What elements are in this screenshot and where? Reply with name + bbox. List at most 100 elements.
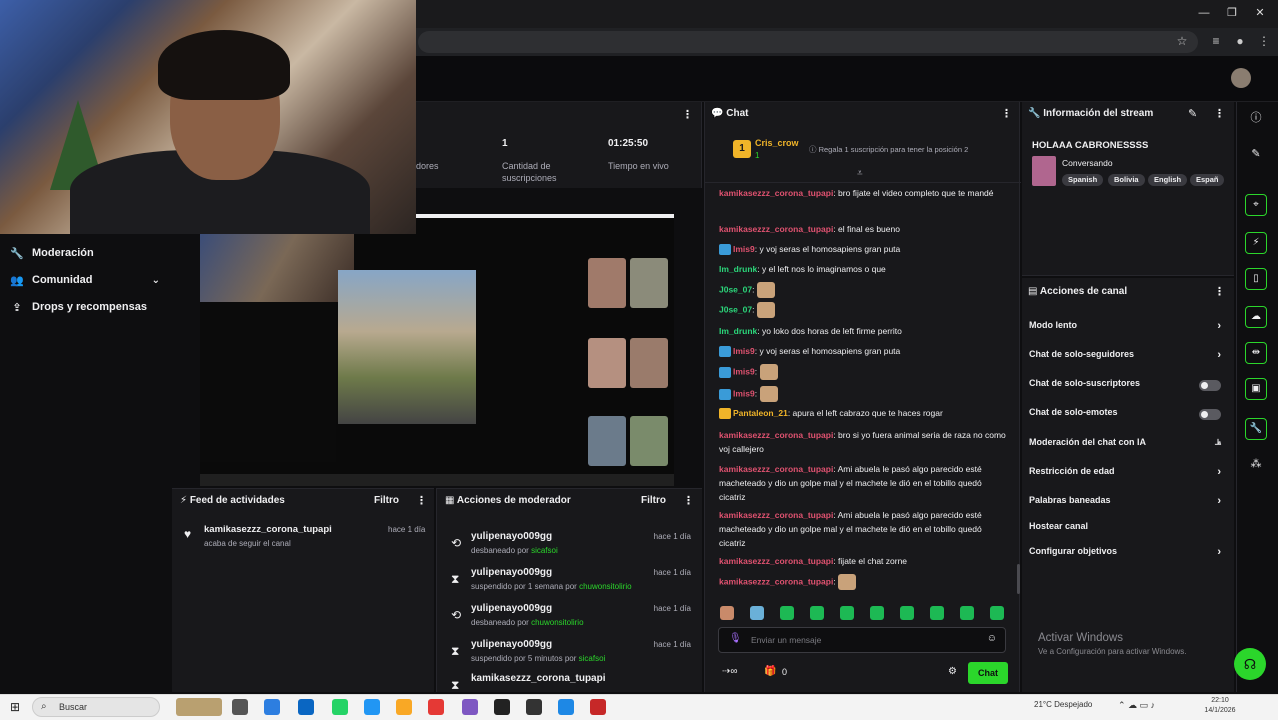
stream-category[interactable]: Conversando — [1062, 158, 1113, 168]
taskbar-app[interactable] — [298, 699, 314, 715]
chat-username[interactable]: kamikasezzz_corona_tupapi — [719, 188, 833, 198]
mic-icon[interactable]: 🎙 — [729, 633, 742, 644]
stats-menu-icon[interactable]: ⋮ — [682, 108, 693, 121]
chat-username[interactable]: kamikasezzz_corona_tupapi — [719, 510, 833, 520]
toggle-switch[interactable] — [1199, 380, 1221, 391]
help-button[interactable]: ☊ — [1234, 648, 1266, 680]
chat-username[interactable]: kamikasezzz_corona_tupapi — [719, 576, 833, 586]
bookmark-star-icon[interactable]: ☆ — [1174, 33, 1190, 49]
mod-action-user[interactable]: yulipenayo009gg — [471, 639, 552, 650]
chat-username[interactable]: Im_drunk — [719, 326, 757, 336]
chat-username[interactable]: Imis9 — [733, 366, 755, 376]
channel-action-row[interactable]: Modo lento › — [1029, 320, 1225, 336]
browser-menu-icon[interactable]: ⋮ — [1256, 33, 1272, 49]
raid-icon[interactable]: ⇹ — [1245, 342, 1267, 364]
task-view-icon[interactable] — [232, 699, 248, 715]
clip-icon[interactable]: ▯ — [1245, 268, 1267, 290]
channel-action-row[interactable]: Hostear canal — [1029, 521, 1225, 537]
mod-action-row[interactable]: ⧗ yulipenayo009gg suspendido por 1 semana … — [447, 565, 697, 599]
wrench-icon[interactable]: 🔧 — [1245, 418, 1267, 440]
chat-scrollbar[interactable] — [1017, 564, 1020, 594]
channel-points-icon[interactable]: ⇢∞ — [722, 666, 738, 677]
stream-tag[interactable]: Spanish — [1062, 174, 1104, 186]
chat-menu-icon[interactable]: ⋮ — [1001, 107, 1012, 120]
chat-username[interactable]: kamikasezzz_corona_tupapi — [719, 556, 833, 566]
extensions-icon[interactable]: ≡ — [1208, 33, 1224, 49]
chat-username[interactable]: J0se_07 — [719, 284, 752, 294]
edit-pencil-icon[interactable]: ✎ — [1188, 107, 1197, 120]
mod-menu-icon[interactable]: ⋮ — [683, 494, 694, 507]
gift-icon[interactable]: 🎁 — [764, 666, 776, 677]
channel-action-row[interactable]: Chat de solo-suscriptores — [1029, 378, 1225, 394]
emote-tray-item[interactable] — [750, 606, 764, 620]
sidebar-item-moderation[interactable]: 🔧 Moderación — [10, 243, 94, 263]
chat-send-button[interactable]: Chat — [968, 662, 1008, 684]
lightning-icon[interactable]: ⚡ — [1245, 232, 1267, 254]
channel-action-row[interactable]: Chat de solo-seguidores › — [1029, 349, 1225, 365]
emote-tray-item[interactable] — [840, 606, 854, 620]
taskbar-clock[interactable]: 22:10 14/1/2026 — [1200, 696, 1240, 716]
taskbar-app[interactable] — [396, 699, 412, 715]
toggle-switch[interactable] — [1199, 409, 1221, 420]
chat-username[interactable]: kamikasezzz_corona_tupapi — [719, 224, 833, 234]
user-avatar[interactable] — [1231, 68, 1251, 88]
mod-action-row[interactable]: ⧗ yulipenayo009gg suspendido por 5 minutos… — [447, 637, 697, 671]
maximize-icon[interactable]: ❐ — [1224, 6, 1240, 20]
chat-username[interactable]: kamikasezzz_corona_tupapi — [719, 430, 833, 440]
emoji-icon[interactable]: ☺ — [987, 633, 997, 644]
chat-username[interactable]: Im_drunk — [719, 264, 757, 274]
mod-action-user[interactable]: kamikasezzz_corona_tupapi — [471, 673, 606, 684]
browser-profile-icon[interactable]: ● — [1232, 33, 1248, 49]
chat-username[interactable]: J0se_07 — [719, 304, 752, 314]
chat-username[interactable]: Pantaleon_21 — [733, 408, 788, 418]
emote-tray-item[interactable] — [990, 606, 1004, 620]
taskbar-app[interactable] — [590, 699, 606, 715]
stream-tag[interactable]: Españ — [1190, 174, 1224, 186]
taskbar-app[interactable] — [494, 699, 510, 715]
channel-action-row[interactable]: Restricción de edad › — [1029, 466, 1225, 482]
feed-filter-button[interactable]: Filtro — [374, 495, 399, 506]
emote-tray-item[interactable] — [900, 606, 914, 620]
taskbar-app[interactable] — [264, 699, 280, 715]
weather-widget[interactable]: 21°C Despejado — [1034, 700, 1092, 709]
mod-action-user[interactable]: yulipenayo009gg — [471, 531, 552, 542]
mod-action-row[interactable]: ⟲ yulipenayo009gg desbaneado por sicafsoi h… — [447, 529, 697, 563]
chat-username[interactable]: kamikasezzz_corona_tupapi — [719, 464, 833, 474]
emote-tray-item[interactable] — [960, 606, 974, 620]
feed-menu-icon[interactable]: ⋮ — [416, 494, 427, 507]
channel-action-row[interactable]: Moderación del chat con IA ⫡ — [1029, 437, 1225, 453]
mod-filter-button[interactable]: Filtro — [641, 495, 666, 506]
mod-action-user[interactable]: yulipenayo009gg — [471, 567, 552, 578]
emote-tray-item[interactable] — [870, 606, 884, 620]
collapse-icon[interactable]: ⩡ — [857, 168, 863, 179]
chat-input[interactable]: 🎙 Enviar un mensaje ☺ — [718, 627, 1006, 653]
sidebar-item-community[interactable]: 👥 Comunidad ⌄ — [10, 270, 160, 290]
stream-tag[interactable]: English — [1148, 174, 1188, 186]
taskbar-app[interactable] — [332, 699, 348, 715]
taskbar-app[interactable] — [558, 699, 574, 715]
channel-action-row[interactable]: Configurar objetivos › — [1029, 546, 1225, 562]
channel-action-row[interactable]: Palabras baneadas › — [1029, 495, 1225, 511]
stream-info-menu-icon[interactable]: ⋮ — [1214, 107, 1225, 120]
taskbar-app[interactable] — [364, 699, 380, 715]
add-action-icon[interactable]: ⁂ — [1248, 456, 1264, 472]
system-tray-icons[interactable]: ⌃ ☁ ▭ ♪ — [1118, 700, 1155, 711]
focus-icon[interactable]: ⌖ — [1245, 194, 1267, 216]
windows-start-icon[interactable]: ⊞ — [10, 700, 20, 714]
ad-icon[interactable]: ▣ — [1245, 378, 1267, 400]
close-icon[interactable]: ✕ — [1252, 6, 1268, 20]
pinned-user[interactable]: Cris_crow — [755, 138, 799, 148]
channel-actions-menu-icon[interactable]: ⋮ — [1214, 285, 1225, 298]
chat-bubble-icon[interactable]: ☁ — [1245, 306, 1267, 328]
chat-username[interactable]: Imis9 — [733, 346, 755, 356]
chat-username[interactable]: Imis9 — [733, 244, 755, 254]
minimize-icon[interactable]: — — [1196, 6, 1212, 20]
emote-tray-item[interactable] — [810, 606, 824, 620]
emote-tray-item[interactable] — [780, 606, 794, 620]
sidebar-item-drops[interactable]: ⇪ Drops y recompensas — [10, 297, 147, 317]
address-bar[interactable] — [418, 31, 1198, 53]
emote-tray-item[interactable] — [930, 606, 944, 620]
chat-username[interactable]: Imis9 — [733, 388, 755, 398]
mod-action-row[interactable]: ⟲ yulipenayo009gg desbaneado por chuwonsit… — [447, 601, 697, 635]
taskbar-widget[interactable] — [176, 698, 222, 716]
